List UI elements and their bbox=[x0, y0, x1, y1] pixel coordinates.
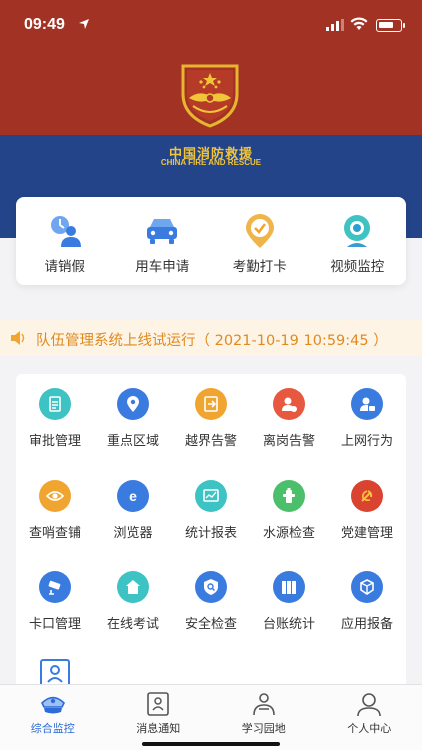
camera-icon bbox=[344, 215, 371, 247]
grid-item-label: 越界告警 bbox=[184, 434, 237, 449]
approval-icon bbox=[39, 388, 71, 420]
grid-item-approval[interactable]: 审批管理 bbox=[16, 388, 94, 449]
study-icon bbox=[252, 693, 275, 716]
grid-item-label: 重点区域 bbox=[106, 434, 159, 449]
checkin-icon bbox=[245, 214, 274, 248]
grid-item-online-exam[interactable]: 在线考试 bbox=[94, 571, 172, 632]
grid-item-app-filing[interactable]: 应用报备 bbox=[328, 571, 406, 632]
nav-item-monitoring[interactable]: 综合监控 bbox=[0, 685, 106, 750]
user-icon bbox=[357, 693, 382, 717]
network-user-icon bbox=[351, 388, 383, 420]
grid-item-label: 在线考试 bbox=[106, 617, 159, 632]
quick-action-video[interactable]: 视频监控 bbox=[309, 197, 407, 285]
quick-action-car[interactable]: 用车申请 bbox=[114, 197, 212, 285]
cube-icon bbox=[351, 571, 383, 603]
nav-label: 个人中心 bbox=[347, 722, 392, 735]
nav-item-profile[interactable]: 个人中心 bbox=[317, 685, 422, 750]
grid-item-boundary-alert[interactable]: 越界告警 bbox=[172, 388, 250, 449]
nav-label: 综合监控 bbox=[30, 722, 75, 735]
nav-label: 消息通知 bbox=[136, 722, 181, 735]
battery-icon bbox=[376, 19, 405, 32]
grid-item-label: 台账统计 bbox=[262, 617, 315, 632]
grid-item-checkpoint[interactable]: 卡口管理 bbox=[16, 571, 94, 632]
grid-item-party[interactable]: 党建管理 bbox=[328, 480, 406, 541]
quick-action-label: 请销假 bbox=[44, 259, 86, 275]
fire-rescue-emblem-icon bbox=[181, 64, 239, 128]
grid-item-label: 卡口管理 bbox=[28, 617, 81, 632]
quick-action-label: 考勤打卡 bbox=[232, 259, 287, 275]
car-icon bbox=[147, 219, 178, 244]
chart-icon bbox=[195, 480, 227, 512]
grid-item-label: 统计报表 bbox=[184, 526, 237, 541]
grid-item-label: 查哨查铺 bbox=[28, 526, 81, 541]
hydrant-icon bbox=[273, 480, 305, 512]
grid-item-browser[interactable]: e 浏览器 bbox=[94, 480, 172, 541]
signal-icon bbox=[326, 19, 344, 31]
grid-item-label: 上网行为 bbox=[340, 434, 393, 449]
home-indicator bbox=[142, 742, 280, 746]
grid-item-water-check[interactable]: 水源检查 bbox=[250, 480, 328, 541]
speaker-icon bbox=[11, 331, 25, 345]
grid-item-patrol[interactable]: 查哨查铺 bbox=[16, 480, 94, 541]
message-icon bbox=[147, 692, 170, 716]
logo-title-en: CHINA FIRE AND RESCUE bbox=[160, 158, 262, 167]
leave-icon bbox=[50, 216, 81, 247]
user-alert-icon bbox=[273, 388, 305, 420]
wifi-icon bbox=[350, 17, 368, 30]
grid-item-label: 应用报备 bbox=[340, 617, 393, 632]
nav-item-messages[interactable]: 消息通知 bbox=[106, 685, 212, 750]
grid-item-ledger[interactable]: 台账统计 bbox=[250, 571, 328, 632]
grid-item-reports[interactable]: 统计报表 bbox=[172, 480, 250, 541]
party-icon bbox=[351, 480, 383, 512]
notice-bar[interactable]: 队伍管理系统上线试运行（ 2021-10-19 10:59:45 ） bbox=[0, 320, 422, 356]
browser-icon: e bbox=[117, 480, 149, 512]
grid-item-label: 安全检查 bbox=[184, 617, 237, 632]
quick-action-leave[interactable]: 请销假 bbox=[16, 197, 114, 285]
eye-icon bbox=[39, 480, 71, 512]
quick-action-label: 视频监控 bbox=[330, 259, 385, 275]
svg-text:e: e bbox=[129, 488, 137, 504]
grid-item-label: 水源检查 bbox=[262, 526, 315, 541]
status-bar: 09:49 bbox=[0, 0, 422, 50]
location-arrow-icon bbox=[79, 19, 89, 29]
shield-search-icon bbox=[195, 571, 227, 603]
location-icon bbox=[117, 388, 149, 420]
grid-item-label: 党建管理 bbox=[340, 526, 393, 541]
grid-item-safety-check[interactable]: 安全检查 bbox=[172, 571, 250, 632]
quick-action-label: 用车申请 bbox=[135, 259, 190, 275]
quick-actions-card: 请销假 用车申请 考勤打卡 视频监控 bbox=[16, 197, 406, 285]
ledger-icon bbox=[273, 571, 305, 603]
nav-item-study[interactable]: 学习园地 bbox=[211, 685, 317, 750]
grid-item-label: 浏览器 bbox=[113, 526, 153, 541]
grid-item-online-behavior[interactable]: 上网行为 bbox=[328, 388, 406, 449]
exit-icon bbox=[195, 388, 227, 420]
police-cap-icon bbox=[40, 696, 65, 714]
status-time: 09:49 bbox=[24, 16, 65, 33]
feature-grid: 审批管理 重点区域 越界告警 离岗告警 上网行为 查哨查铺 e 浏览器 统计报表… bbox=[16, 374, 406, 694]
nav-label: 学习园地 bbox=[241, 722, 286, 735]
grid-item-key-area[interactable]: 重点区域 bbox=[94, 388, 172, 449]
cctv-icon bbox=[39, 571, 71, 603]
exam-icon bbox=[117, 571, 149, 603]
bottom-nav: 综合监控 消息通知 学习园地 个人中心 bbox=[0, 684, 422, 750]
grid-item-label: 审批管理 bbox=[28, 434, 81, 449]
notice-text: 队伍管理系统上线试运行（ 2021-10-19 10:59:45 ） bbox=[36, 333, 388, 349]
grid-item-post-alert[interactable]: 离岗告警 bbox=[250, 388, 328, 449]
quick-action-checkin[interactable]: 考勤打卡 bbox=[211, 197, 309, 285]
grid-item-label: 离岗告警 bbox=[262, 434, 315, 449]
